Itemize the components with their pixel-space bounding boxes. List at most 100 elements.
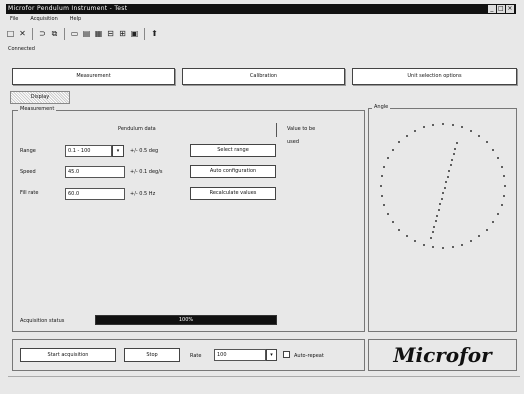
gauge-tick — [442, 247, 444, 249]
gauge-tick — [380, 185, 382, 187]
header-divider — [276, 123, 277, 137]
menu-help[interactable]: Help — [70, 15, 81, 24]
gauge-tick — [432, 123, 435, 126]
new-icon[interactable]: □ — [6, 29, 15, 39]
window-title: Microfor Pendulum Instrument - Test — [8, 5, 128, 12]
gauge-tick — [461, 243, 464, 246]
gauge-needle-dot — [430, 237, 432, 239]
gauge-tick — [422, 243, 425, 246]
toolbar: □ ✕ ⊃ ⧉ ▭ ▤ ▦ ⊟ ⊞ ▣ ⬆ — [6, 26, 159, 42]
menu-bar: File Acquisition Help — [6, 15, 516, 24]
auto-configuration-button[interactable]: Auto configuration — [190, 165, 276, 178]
print-icon[interactable]: ▣ — [130, 29, 139, 39]
gauge-needle-dot — [440, 197, 443, 200]
gauge-tick — [380, 194, 383, 197]
gauge-tick — [386, 156, 389, 159]
gauge-tick — [391, 221, 394, 224]
import-icon[interactable]: ⊞ — [118, 29, 127, 39]
unit-selection-button[interactable]: Unit selection options — [352, 68, 517, 85]
right-note: Value to be — [287, 126, 316, 132]
stop-button[interactable]: Stop — [124, 348, 180, 362]
gauge-needle-dot — [449, 164, 452, 167]
pendulum-header: Pendulum data — [118, 126, 156, 132]
toolbar-separator — [32, 28, 33, 40]
auto-repeat-label: Auto-repeat — [294, 353, 324, 359]
table-icon[interactable]: ▦ — [94, 29, 103, 39]
open-icon[interactable]: ⊃ — [38, 29, 47, 39]
chevron-down-icon[interactable]: ▾ — [266, 349, 277, 361]
maximize-button[interactable]: □ — [497, 5, 505, 13]
gauge-tick — [492, 221, 495, 224]
window-controls: _ □ × — [488, 5, 514, 13]
gauge-tick — [470, 240, 473, 243]
menu-acquisition[interactable]: Acquisition — [30, 15, 57, 24]
gauge-needle-dot — [437, 209, 440, 212]
gauge-needle-dot — [433, 225, 436, 228]
upload-icon[interactable]: ⬆ — [150, 29, 159, 39]
gauge-tick — [461, 126, 464, 129]
minimize-button[interactable]: _ — [488, 5, 496, 13]
gauge-tick — [413, 240, 416, 243]
toolbar-separator — [64, 28, 65, 40]
status-bar — [8, 376, 520, 389]
gauge-tick — [413, 129, 416, 132]
gauge-needle-dot — [443, 186, 446, 189]
gauge-tick — [478, 134, 481, 137]
measurement-button[interactable]: Measurement — [12, 68, 175, 85]
toolbar-separator — [144, 28, 145, 40]
gauge-tick — [451, 246, 454, 249]
gauge-needle-dot — [431, 231, 434, 234]
gauge-needle-dot — [454, 147, 457, 150]
select-range-button[interactable]: Select range — [190, 144, 276, 157]
gauge-needle-dot — [436, 214, 439, 217]
gauge-tick — [503, 194, 506, 197]
fill-rate-unit: +/- 0.5 Hz — [130, 191, 156, 197]
gauge-tick — [504, 185, 506, 187]
range-field[interactable]: 0.1 - 100 — [65, 145, 112, 157]
chart-icon[interactable]: ▤ — [82, 29, 91, 39]
recalculate-values-button[interactable]: Recalculate values — [190, 187, 276, 200]
range-unit: +/- 0.5 deg — [130, 148, 159, 154]
connection-status: Connected — [8, 46, 35, 52]
copy-icon[interactable]: ⧉ — [50, 29, 59, 39]
gauge-needle-dot — [439, 203, 442, 206]
gauge-tick — [383, 204, 386, 207]
gauge-needle-dot — [446, 175, 449, 178]
range-label: Range — [20, 148, 36, 154]
gauge-needle-dot — [448, 169, 451, 172]
gauge-tick — [398, 141, 401, 144]
gauge-tick — [503, 175, 506, 178]
gauge-tick — [485, 228, 488, 231]
gauge-tick — [432, 246, 435, 249]
gauge-needle-dot — [452, 153, 455, 156]
close-button[interactable]: × — [506, 5, 514, 13]
gauge-needle-dot — [434, 220, 437, 223]
export-icon[interactable]: ⊟ — [106, 29, 115, 39]
rate-label: Rate — [190, 353, 202, 359]
measurement-group-label: Measurement — [18, 106, 57, 112]
close-icon[interactable]: ✕ — [18, 29, 27, 39]
chevron-down-icon[interactable]: ▾ — [112, 145, 124, 157]
gauge-tick — [405, 134, 408, 137]
gauge-needle-dot — [456, 142, 458, 144]
gauge-tick — [497, 213, 500, 216]
gauge-tick — [500, 165, 503, 168]
fill-rate-field[interactable]: 60.0 — [65, 188, 125, 200]
calibration-button[interactable]: Calibration — [182, 68, 345, 85]
angle-group-label: Angle — [372, 104, 391, 110]
menu-file[interactable]: File — [10, 15, 18, 24]
gauge-tick — [497, 156, 500, 159]
tab-display[interactable]: Display — [10, 91, 70, 104]
gauge-tick — [380, 175, 383, 178]
gauge-needle-dot — [442, 192, 445, 195]
speed-field[interactable]: 45.0 — [65, 166, 125, 178]
gauge-tick — [391, 148, 394, 151]
auto-repeat-checkbox[interactable] — [283, 351, 290, 358]
microfor-logo: Microfor — [393, 343, 492, 367]
gauge-tick — [470, 129, 473, 132]
gauge-tick — [492, 148, 495, 151]
speed-label: Speed — [20, 169, 36, 175]
record-icon[interactable]: ▭ — [70, 29, 79, 39]
start-acquisition-button[interactable]: Start acquisition — [20, 348, 116, 362]
rate-select[interactable]: 100 — [214, 349, 266, 361]
